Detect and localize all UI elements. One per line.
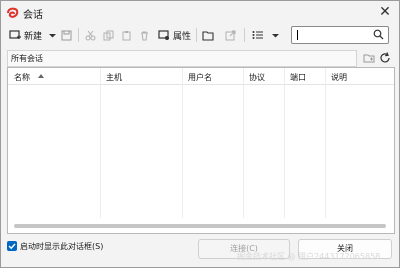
delete-button[interactable]	[139, 26, 150, 44]
folder-path-label: 所有会话	[11, 54, 43, 63]
export-icon	[225, 30, 236, 40]
chevron-down-icon	[49, 33, 56, 37]
app-logo-icon	[7, 7, 19, 18]
column-header-host[interactable]: 主机	[106, 72, 122, 83]
paste-button[interactable]	[121, 26, 132, 44]
trash-icon	[141, 31, 148, 40]
new-folder-icon[interactable]	[362, 51, 376, 65]
sort-ascending-icon	[38, 74, 44, 78]
new-session-label: 新建	[24, 31, 43, 42]
save-icon	[61, 30, 72, 40]
cut-icon	[85, 30, 96, 40]
chevron-down-icon	[272, 33, 279, 37]
properties-icon	[158, 30, 169, 40]
refresh-icon[interactable]	[378, 51, 392, 65]
properties-label: 属性	[173, 31, 192, 42]
table-header: 名称 主机 用户名 协议 端口 说明	[8, 68, 394, 85]
new-session-button[interactable]: 新建	[9, 26, 42, 44]
close-window-icon[interactable]: ✕	[377, 4, 393, 20]
folder-path-bar[interactable]: 所有会话	[7, 50, 357, 67]
horizontal-scrollbar[interactable]	[14, 224, 386, 228]
search-icon[interactable]	[373, 29, 384, 40]
column-divider	[243, 68, 244, 218]
column-divider	[284, 68, 285, 218]
window-title: 会话	[23, 10, 43, 21]
toolbar-separator	[196, 28, 197, 42]
column-header-name[interactable]: 名称	[14, 72, 30, 83]
search-input[interactable]	[291, 26, 389, 44]
new-session-icon	[9, 30, 21, 39]
copy-icon	[103, 30, 114, 40]
folder-icon	[202, 30, 214, 41]
column-divider	[100, 68, 101, 218]
column-header-port[interactable]: 端口	[290, 72, 306, 83]
export-button[interactable]	[225, 26, 236, 44]
checkmark-icon	[8, 243, 16, 250]
startup-checkbox-label[interactable]: 启动时显示此对话框(S)	[20, 241, 103, 252]
sessions-table[interactable]: 名称 主机 用户名 协议 端口 说明	[7, 67, 395, 234]
column-header-protocol[interactable]: 协议	[249, 72, 265, 83]
copy-button[interactable]	[103, 26, 114, 44]
column-header-username[interactable]: 用户名	[188, 72, 212, 83]
cut-button[interactable]	[85, 26, 96, 44]
column-divider	[325, 68, 326, 218]
sessions-dialog: 会话 ✕ 新建 属性 所有会话 名称 主机 用户名 协议 端口 说明 启动时显示…	[0, 0, 400, 268]
paste-icon	[122, 30, 131, 40]
column-divider	[182, 68, 183, 218]
view-dropdown[interactable]	[272, 26, 279, 44]
title-bar: 会话 ✕	[1, 1, 399, 23]
new-session-dropdown[interactable]	[49, 26, 56, 44]
startup-checkbox[interactable]	[7, 241, 17, 251]
view-list-button[interactable]	[252, 26, 263, 44]
save-button[interactable]	[61, 26, 72, 44]
toolbar-separator	[244, 28, 245, 42]
toolbar-separator	[78, 28, 79, 42]
list-view-icon	[252, 31, 263, 39]
properties-button[interactable]: 属性	[158, 26, 191, 44]
watermark-text: 掘金技术社区 @ 用户2443172065858	[237, 252, 381, 261]
text-caret	[297, 30, 298, 40]
column-header-description[interactable]: 说明	[331, 72, 347, 83]
open-folder-button[interactable]	[202, 26, 214, 44]
